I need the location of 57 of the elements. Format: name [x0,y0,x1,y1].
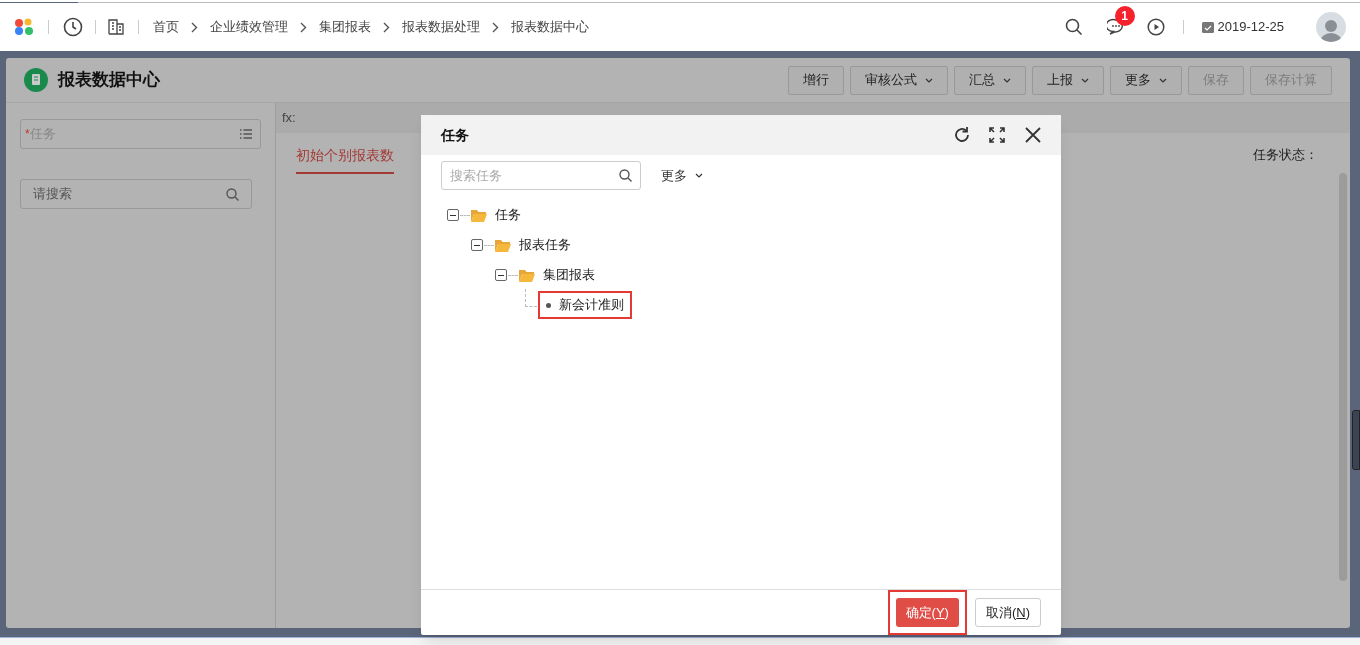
tree-item[interactable]: 任务 [495,205,521,225]
tree-item[interactable]: 报表任务 [519,235,571,255]
chevron-down-icon [695,173,703,178]
breadcrumb-link[interactable]: 报表数据处理 [402,17,480,37]
avatar[interactable] [1316,12,1346,42]
breadcrumb-link[interactable]: 首页 [153,17,179,37]
tree-item[interactable]: 集团报表 [543,265,595,285]
chevron-down-icon [1003,77,1011,83]
collapse-toggle[interactable] [495,269,507,281]
chevron-right-icon [492,21,499,33]
cancel-button[interactable]: 取消(N) [974,598,1041,627]
formula-label: fx: [282,109,296,128]
collapse-toggle[interactable] [447,209,459,221]
clock-icon[interactable] [63,17,83,37]
play-icon[interactable] [1146,18,1165,36]
app-logo-icon [14,18,34,36]
dialog-title: 任务 [441,125,469,145]
folder-icon [519,268,535,282]
breadcrumb-link[interactable]: 报表数据中心 [511,17,589,37]
calendar-icon [1201,21,1214,33]
report-icon [24,68,48,92]
toolbar-button[interactable]: 审核公式 [850,65,948,95]
toolbar-button[interactable]: 更多 [1110,65,1182,95]
page-title: 报表数据中心 [58,69,160,92]
toolbar-button[interactable]: 汇总 [954,65,1026,95]
notification-badge: 1 [1114,6,1135,26]
toolbar-button[interactable]: 增行 [788,65,844,95]
status-label: 任务状态： [1253,146,1318,164]
breadcrumb-link[interactable]: 企业绩效管理 [210,17,288,37]
field-placeholder: 请搜索 [33,185,72,204]
chevron-down-icon [1081,77,1089,83]
date-text: 2019-12-25 [1217,18,1284,37]
tree-item[interactable]: 新会计准则 [538,291,632,319]
folder-icon [471,208,487,222]
chat-icon[interactable] [1106,18,1125,36]
folder-icon [495,238,511,252]
toolbar-button[interactable]: 上报 [1032,65,1104,95]
chevron-down-icon [925,77,933,83]
search-icon[interactable] [619,169,632,182]
more-dropdown[interactable]: 更多 [661,165,703,186]
chevron-down-icon [1159,77,1167,83]
chevron-right-icon [383,21,390,33]
chevron-right-icon [191,21,198,33]
collapse-toggle[interactable] [471,239,483,251]
field-placeholder: 搜索任务 [450,166,502,185]
maximize-icon[interactable] [989,127,1005,143]
list-icon[interactable] [240,129,252,139]
confirm-button[interactable]: 确定(Y) [895,598,959,627]
required-mark: * [25,126,30,143]
chevron-right-icon [300,21,307,33]
user-silhouette-icon [1320,18,1342,42]
close-icon[interactable] [1025,127,1041,143]
search-icon[interactable] [1064,18,1083,36]
breadcrumb-link[interactable]: 集团报表 [319,17,371,37]
search-field[interactable]: 请搜索 [20,179,252,209]
refresh-icon[interactable] [953,126,971,144]
building-icon[interactable] [108,19,124,35]
